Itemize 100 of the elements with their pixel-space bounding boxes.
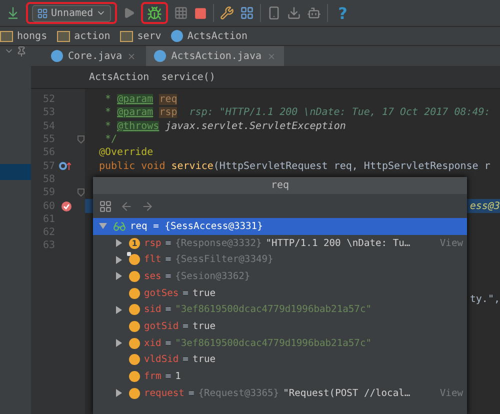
tree-row[interactable]: vldSid = true (93, 352, 467, 368)
field-value: true (192, 288, 216, 299)
run-config-dropdown[interactable]: Unnamed (32, 4, 112, 22)
object-reference: {Request@3365} (198, 388, 280, 399)
close-icon[interactable] (266, 52, 276, 60)
file-tab[interactable]: ActsAction.java (146, 46, 284, 66)
breakpoint-icon[interactable] (61, 200, 72, 212)
download-icon[interactable] (287, 6, 302, 20)
folder-icon (0, 30, 13, 42)
selection-highlight (0, 164, 31, 180)
equals-sign: = (165, 238, 172, 249)
field-name: rsp (144, 238, 162, 249)
object-reference: {Sesion@3362} (175, 270, 250, 282)
breadcrumb-item[interactable]: action (57, 30, 110, 42)
tree-row[interactable]: xid = "3ef8619500dcac4779d1996bab21a57c" (93, 334, 467, 352)
equals-sign: = (165, 371, 172, 382)
code-token: @param (117, 107, 154, 118)
breadcrumb-item[interactable]: hongs (0, 30, 48, 42)
object-reference: {SessFilter@3349} (175, 254, 274, 266)
code-token: public void (99, 160, 166, 172)
forward-icon[interactable] (141, 200, 154, 212)
config-icon (37, 8, 48, 18)
field-name: gotSes (144, 288, 179, 299)
field-name: xid (144, 338, 162, 349)
field-name: vldSid (144, 354, 179, 366)
breadcrumb-item[interactable]: ActsAction (171, 30, 248, 42)
code-token: * (104, 94, 112, 106)
expand-icon[interactable] (115, 389, 123, 398)
glasses-icon (113, 220, 126, 233)
code-token: service (171, 160, 214, 172)
equals-sign: = (165, 304, 172, 316)
layout-icon[interactable] (240, 6, 254, 20)
expand-icon[interactable] (115, 272, 123, 280)
code-token: * (104, 120, 112, 132)
expand-icon[interactable] (115, 306, 123, 314)
code-token: ty.", (470, 294, 500, 305)
equals-sign: = (165, 254, 172, 266)
object-reference: {Response@3332} (175, 238, 262, 249)
breadcrumb-item[interactable]: serv (120, 30, 162, 42)
header-crumb: ActsAction (89, 72, 150, 82)
expand-icon[interactable] (115, 256, 123, 264)
value-preview: "Request(POST //local… (283, 388, 410, 399)
expand-icon[interactable] (99, 222, 107, 230)
value-preview: "HTTP/1.1 200 \nDate: Tu… (266, 238, 410, 249)
tree-row[interactable]: request = {Request@3365} "Request(POST //local… View (93, 384, 467, 402)
field-name: frm (144, 371, 162, 382)
wrench-icon[interactable] (220, 6, 234, 20)
code-token: javax.servlet.ServletException (164, 120, 346, 132)
code-token: req (159, 94, 178, 106)
fold-icon[interactable] (77, 188, 85, 198)
grid-icon[interactable] (174, 6, 188, 20)
equals-sign: = (182, 354, 188, 366)
code-token: * (104, 107, 112, 118)
close-icon[interactable] (127, 52, 136, 60)
tree-row[interactable]: flt = {SessFilter@3349} (93, 251, 467, 268)
code-token: @param (117, 94, 154, 106)
folder-icon (57, 30, 70, 42)
code-token: @throws (117, 120, 160, 132)
expand-icon[interactable] (115, 339, 123, 348)
field-value: "3ef8619500dcac4779d1996bab21a57c" (175, 338, 372, 349)
help-button[interactable]: ? (334, 4, 352, 22)
folder-icon (120, 30, 134, 42)
layout-icon[interactable] (99, 200, 112, 212)
code-token: */ (104, 134, 118, 146)
equals-sign: = (165, 338, 172, 349)
equals-sign: = (188, 388, 194, 399)
download-arrow-icon[interactable] (6, 6, 20, 20)
popup-title: req (93, 177, 467, 194)
code-token: rsp: "HTTP/1.1 200 \nDate: Tue, 17 Oct 2017 08:49: (188, 107, 490, 118)
tree-row[interactable]: ses = {Sesion@3362} (93, 268, 467, 285)
field-value: true (192, 320, 216, 332)
variable-text: req = {SessAccess@3331} (130, 220, 263, 232)
play-icon[interactable] (123, 7, 136, 19)
field-value: true (192, 354, 216, 366)
code-token: @Override (99, 147, 154, 158)
back-icon[interactable] (120, 200, 133, 212)
tree-row[interactable]: gotSid = true (93, 318, 467, 335)
fold-icon[interactable] (77, 135, 85, 144)
code-token: ess@3 (470, 200, 500, 212)
field-icon: 1 (129, 238, 140, 249)
bug-icon[interactable] (147, 6, 162, 20)
equals-sign: = (182, 288, 188, 299)
phone-icon[interactable] (267, 6, 282, 20)
tree-row[interactable]: req = {SessAccess@3331} (93, 218, 467, 235)
tree-row[interactable]: frm = 1 (93, 368, 467, 385)
robot-icon[interactable] (307, 6, 322, 20)
field-name: sid (144, 304, 162, 316)
equals-sign: = (182, 320, 188, 332)
tree-row[interactable]: sid = "3ef8619500dcac4779d1996bab21a57c" (93, 301, 467, 318)
tree-row[interactable]: 1 rsp = {Response@3332} "HTTP/1.1 200 \nDate: Tu… View (93, 234, 467, 252)
expand-icon[interactable] (115, 239, 123, 248)
field-name: flt (144, 254, 162, 266)
field-name: request (144, 388, 184, 399)
header-crumb: service() (161, 72, 216, 82)
tree-row[interactable]: gotSes = true (93, 284, 467, 302)
stop-icon[interactable] (194, 6, 208, 20)
field-name: gotSid (144, 320, 179, 332)
equals-sign: = (165, 270, 172, 282)
override-icon[interactable] (59, 161, 71, 172)
code-token: rsp (159, 107, 178, 118)
